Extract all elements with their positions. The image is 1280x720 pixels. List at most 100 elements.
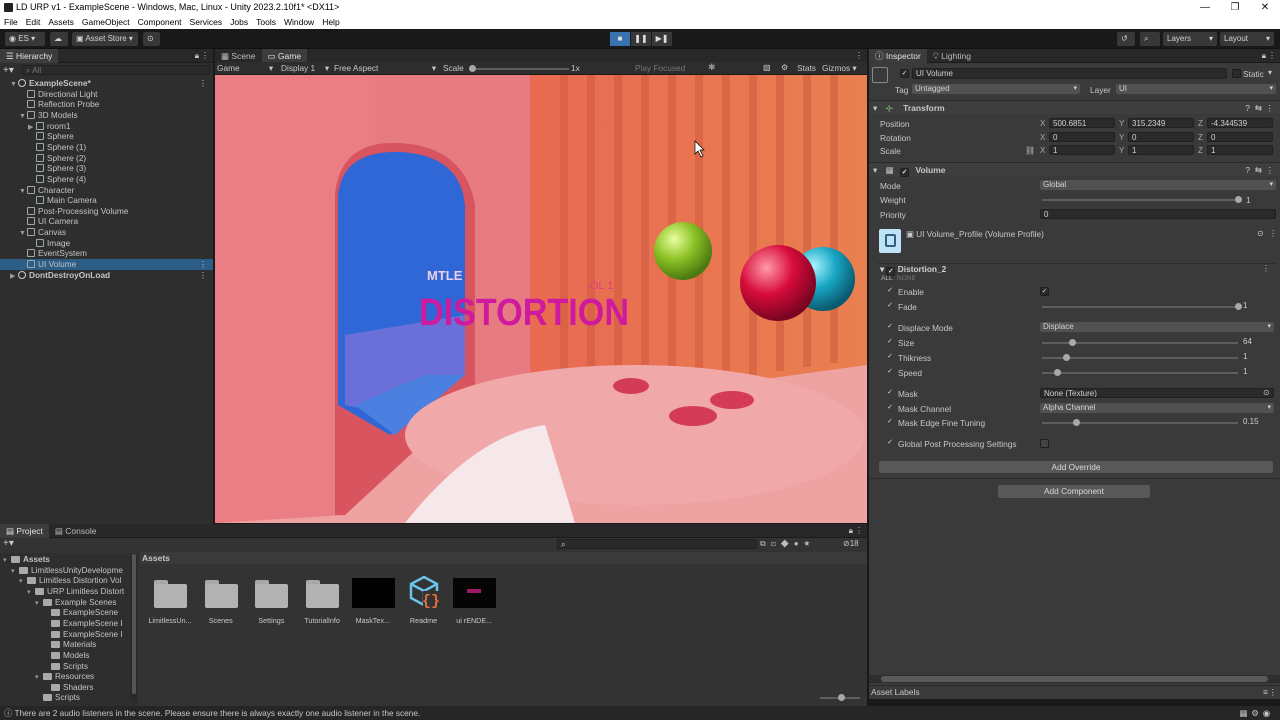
mask-edge-slider[interactable]	[1042, 419, 1238, 426]
history-icon[interactable]: ↺	[1117, 32, 1135, 46]
menu-window[interactable]: Window	[284, 17, 314, 27]
mute-icon[interactable]: ▧	[763, 63, 771, 72]
mask-channel-dropdown[interactable]: Alpha Channel	[1040, 403, 1274, 413]
project-folder[interactable]: Models	[0, 651, 89, 662]
status-bar[interactable]: ⓘ There are 2 audio listeners in the sce…	[0, 706, 1280, 720]
scale-slider[interactable]	[469, 65, 569, 72]
asset-label[interactable]: MaskTex...	[348, 616, 398, 625]
scale-x-field[interactable]: 1	[1049, 145, 1115, 155]
tab-inspector[interactable]: ⓘ Inspector	[869, 48, 927, 63]
project-folder[interactable]: ExampleScene I	[0, 619, 123, 630]
project-folder[interactable]: ▾ Assets	[0, 555, 50, 566]
folder-icon[interactable]	[255, 580, 289, 608]
more-icon[interactable]: ⋮	[199, 259, 207, 270]
assets-breadcrumb[interactable]: Assets	[140, 552, 867, 564]
mode-dropdown[interactable]: Global	[1040, 180, 1276, 190]
axis-label-y[interactable]: Y	[1119, 119, 1124, 128]
axis-label-z[interactable]: Z	[1198, 146, 1203, 155]
thickness-value[interactable]: 1	[1240, 352, 1276, 362]
texture-thumbnail[interactable]	[351, 578, 395, 608]
rotation-x-field[interactable]: 0	[1049, 131, 1115, 142]
layers-dropdown[interactable]: Layers ▾	[1163, 32, 1217, 46]
close-icon[interactable]: ✕	[1250, 0, 1280, 15]
project-folder[interactable]: Materials	[0, 640, 96, 651]
menu-help[interactable]: Help	[322, 17, 339, 27]
object-name-field[interactable]: UI Volume	[912, 68, 1227, 79]
rotation-y-field[interactable]: 0	[1128, 131, 1194, 142]
project-folder[interactable]: Scripts	[0, 693, 80, 704]
component-menu-icon[interactable]: ⋮	[1266, 101, 1275, 115]
weight-slider[interactable]	[1042, 196, 1242, 203]
all-button[interactable]: ALL	[881, 275, 893, 282]
mask-object-field[interactable]: None (Texture)	[1040, 388, 1274, 398]
search-icon[interactable]: ⌕	[1140, 32, 1160, 46]
thickness-override-checkbox[interactable]: ✓	[886, 353, 894, 361]
more-icon[interactable]: ⋮	[1268, 51, 1276, 60]
tab-project[interactable]: ▤ Project	[0, 523, 49, 538]
tab-lighting[interactable]: 💡︎ Lighting	[927, 49, 977, 63]
hierarchy-item[interactable]: Sphere	[0, 131, 213, 142]
displace-mode-dropdown[interactable]: Displace	[1040, 322, 1274, 332]
create-icon[interactable]: +▾	[3, 538, 14, 549]
maximize-icon[interactable]: ❐	[1220, 0, 1250, 15]
scale-z-field[interactable]: 1	[1207, 145, 1273, 155]
help-icon[interactable]: ?	[1245, 101, 1250, 115]
asset-label[interactable]: TutorialInfo	[297, 616, 347, 625]
hierarchy-item[interactable]: Reflection Probe	[0, 99, 213, 110]
aspect-dropdown[interactable]: Free Aspect ▾	[334, 63, 438, 73]
displace-mode-override-checkbox[interactable]: ✓	[886, 323, 894, 331]
minimize-icon[interactable]: —	[1190, 0, 1220, 15]
lock-icon[interactable]: 🔒︎	[1262, 51, 1266, 61]
asset-label[interactable]: Scenes	[196, 616, 246, 625]
menu-tools[interactable]: Tools	[256, 17, 276, 27]
icon-size-slider[interactable]	[820, 694, 860, 701]
bug-icon[interactable]: ✱	[708, 62, 716, 73]
menu-gameobject[interactable]: GameObject	[82, 17, 130, 27]
component-menu-icon[interactable]: ⋮	[1266, 163, 1275, 177]
more-icon[interactable]: ⋮	[855, 51, 863, 60]
display-dropdown[interactable]: Display 1 ▾	[281, 63, 331, 73]
readme-icon[interactable]: {}	[408, 575, 440, 610]
project-folder[interactable]: ▾ URP Limitless Distort	[0, 587, 124, 598]
hierarchy-item[interactable]: UI Camera	[0, 216, 213, 227]
speed-value[interactable]: 1	[1240, 367, 1276, 377]
menu-file[interactable]: File	[4, 17, 18, 27]
asset-label[interactable]: LimitlessUn...	[145, 616, 195, 625]
distortion-header[interactable]: ▾ ✓ Distortion_2	[880, 264, 946, 276]
object-picker-icon[interactable]: ⊙	[1263, 388, 1270, 397]
stats-button[interactable]: Stats	[797, 63, 816, 73]
priority-field[interactable]: 0	[1040, 209, 1276, 219]
size-override-checkbox[interactable]: ✓	[886, 338, 894, 346]
add-component-button[interactable]: Add Component	[998, 485, 1150, 498]
asset-label[interactable]: ui rENDE...	[449, 616, 499, 625]
gizmos-dropdown[interactable]: Gizmos ▾	[822, 63, 857, 73]
folder-icon[interactable]	[154, 580, 187, 608]
preset-icon[interactable]: ⇆	[1255, 163, 1262, 177]
project-folder[interactable]: ExampleScene	[0, 608, 118, 619]
hierarchy-item[interactable]: Sphere (4)	[0, 174, 213, 185]
lock-icon[interactable]: 🔒︎	[849, 526, 853, 536]
axis-label-y[interactable]: Y	[1119, 146, 1124, 155]
folder-icon[interactable]	[204, 580, 238, 608]
position-x-field[interactable]: 500.6851	[1049, 118, 1115, 128]
hierarchy-item[interactable]: Sphere (2)	[0, 153, 213, 164]
asset-label[interactable]: Readme	[399, 616, 449, 625]
help-icon[interactable]: ?	[1245, 163, 1250, 177]
size-slider[interactable]	[1042, 339, 1238, 346]
transform-header[interactable]: ▾ ⊹ Transform ? ⇆ ⋮	[869, 100, 1280, 114]
hierarchy-item[interactable]: EventSystem	[0, 248, 213, 259]
link-icon[interactable]: ⛓	[1025, 146, 1035, 155]
fade-slider[interactable]	[1042, 303, 1242, 310]
axis-label-z[interactable]: Z	[1198, 133, 1203, 142]
static-dropdown[interactable]: ▾	[1268, 68, 1272, 77]
axis-label-z[interactable]: Z	[1198, 119, 1203, 128]
thickness-slider[interactable]	[1042, 354, 1238, 361]
hierarchy-item[interactable]: UI Volume ⋮	[0, 259, 213, 270]
tab-game[interactable]: ▭ Game	[261, 48, 308, 63]
more-icon[interactable]: ⋮	[1269, 229, 1277, 238]
rotation-z-field[interactable]: 0	[1207, 131, 1273, 142]
axis-label-x[interactable]: X	[1040, 146, 1045, 155]
project-search-input[interactable]: ⌕	[557, 539, 757, 549]
tab-scene[interactable]: ▦ Scene	[215, 49, 262, 63]
asset-labels-bar[interactable]: Asset Labels ≡ ⋮	[869, 685, 1280, 699]
